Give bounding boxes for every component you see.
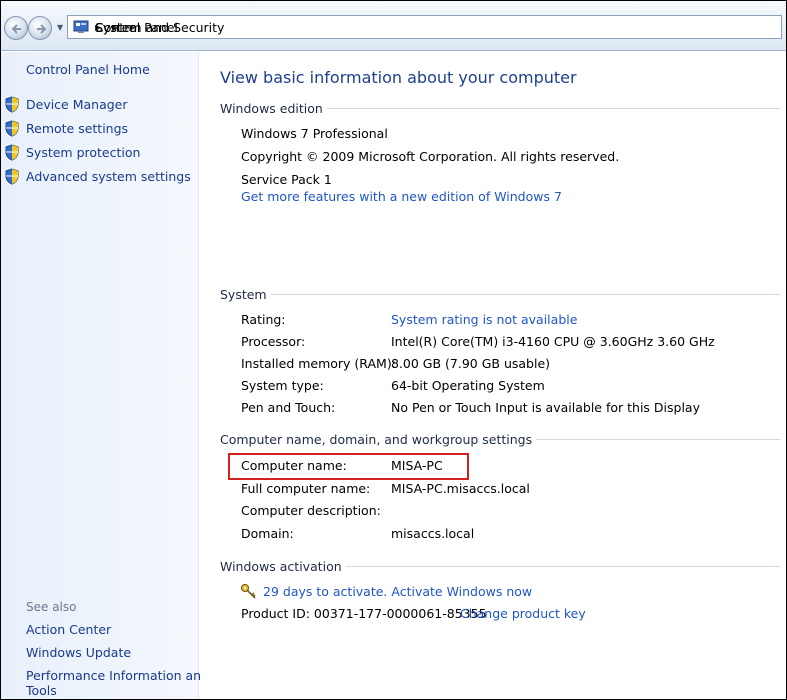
system-type-label: System type: (241, 378, 324, 393)
service-pack: Service Pack 1 (241, 172, 332, 187)
memory-label: Installed memory (RAM): (241, 356, 396, 371)
domain-value: misaccs.local (391, 526, 475, 541)
left-task-pane: Control Panel Home Device Manager Remote… (1, 52, 209, 699)
computer-description-label: Computer description: (241, 503, 381, 518)
section-divider (345, 566, 780, 567)
advanced-system-settings-link[interactable]: Advanced system settings (26, 169, 191, 184)
edition-name: Windows 7 Professional (241, 126, 388, 141)
shield-icon (5, 144, 19, 161)
page-title: View basic information about your comput… (220, 68, 577, 87)
memory-value: 8.00 GB (7.90 GB usable) (391, 356, 551, 371)
change-product-key-link[interactable]: Change product key (460, 606, 586, 621)
remote-settings-link[interactable]: Remote settings (26, 121, 128, 136)
computer-name-section-heading: Computer name, domain, and workgroup set… (220, 432, 780, 447)
copyright-text: Copyright © 2009 Microsoft Corporation. … (241, 149, 620, 164)
section-heading-label: System (220, 287, 267, 302)
performance-information-link-line2[interactable]: Tools (26, 683, 57, 698)
system-type-value: 64-bit Operating System (391, 378, 545, 393)
section-heading-label: Windows activation (220, 559, 342, 574)
address-bar[interactable]: ▶ Control Panel ▶ System and Security ▶ … (67, 15, 782, 39)
shield-icon (5, 120, 19, 137)
rating-label: Rating: (241, 312, 286, 327)
breadcrumb-system[interactable]: System (95, 20, 142, 35)
domain-label: Domain: (241, 526, 294, 541)
windows-activation-section-heading: Windows activation (220, 559, 780, 574)
section-heading-label: Windows edition (220, 101, 323, 116)
section-divider (326, 108, 780, 109)
main-content: View basic information about your comput… (200, 52, 786, 699)
recent-pages-dropdown[interactable]: ▼ (57, 23, 63, 32)
back-arrow-icon (11, 24, 21, 34)
computer-name-label: Computer name: (241, 458, 347, 473)
system-rating-link[interactable]: System rating is not available (391, 312, 577, 327)
forward-button[interactable] (28, 16, 52, 40)
performance-information-link[interactable]: Performance Information and (26, 668, 209, 683)
control-panel-home-link[interactable]: Control Panel Home (26, 62, 150, 77)
processor-label: Processor: (241, 334, 306, 349)
see-also-heading: See also (26, 600, 77, 614)
control-panel-icon (73, 20, 89, 34)
full-computer-name-label: Full computer name: (241, 481, 371, 496)
shield-icon (5, 96, 19, 113)
full-computer-name-value: MISA-PC.misaccs.local (391, 481, 530, 496)
back-button[interactable] (4, 16, 28, 40)
key-icon (240, 583, 256, 599)
pen-touch-value: No Pen or Touch Input is available for t… (391, 400, 700, 415)
processor-value: Intel(R) Core(TM) i3-4160 CPU @ 3.60GHz … (391, 334, 715, 349)
computer-name-value: MISA-PC (391, 458, 443, 473)
forward-arrow-icon (37, 24, 47, 34)
more-features-link[interactable]: Get more features with a new edition of … (241, 189, 562, 204)
device-manager-link[interactable]: Device Manager (26, 97, 128, 112)
navigation-bar: ▼ ▶ Control Panel ▶ System and Security … (1, 1, 786, 51)
action-center-link[interactable]: Action Center (26, 622, 111, 637)
shield-icon (5, 168, 19, 185)
section-divider (536, 439, 780, 440)
pen-touch-label: Pen and Touch: (241, 400, 336, 415)
section-heading-label: Computer name, domain, and workgroup set… (220, 432, 533, 447)
windows-edition-section-heading: Windows edition (220, 101, 780, 116)
windows-update-link[interactable]: Windows Update (26, 645, 131, 660)
system-protection-link[interactable]: System protection (26, 145, 140, 160)
section-divider (270, 294, 780, 295)
product-id: Product ID: 00371-177-0000061-85355 (241, 606, 487, 621)
activate-windows-link[interactable]: 29 days to activate. Activate Windows no… (263, 584, 532, 599)
breadcrumb: ▶ Control Panel ▶ System and Security ▶ … (95, 20, 224, 35)
system-section-heading: System (220, 287, 780, 302)
